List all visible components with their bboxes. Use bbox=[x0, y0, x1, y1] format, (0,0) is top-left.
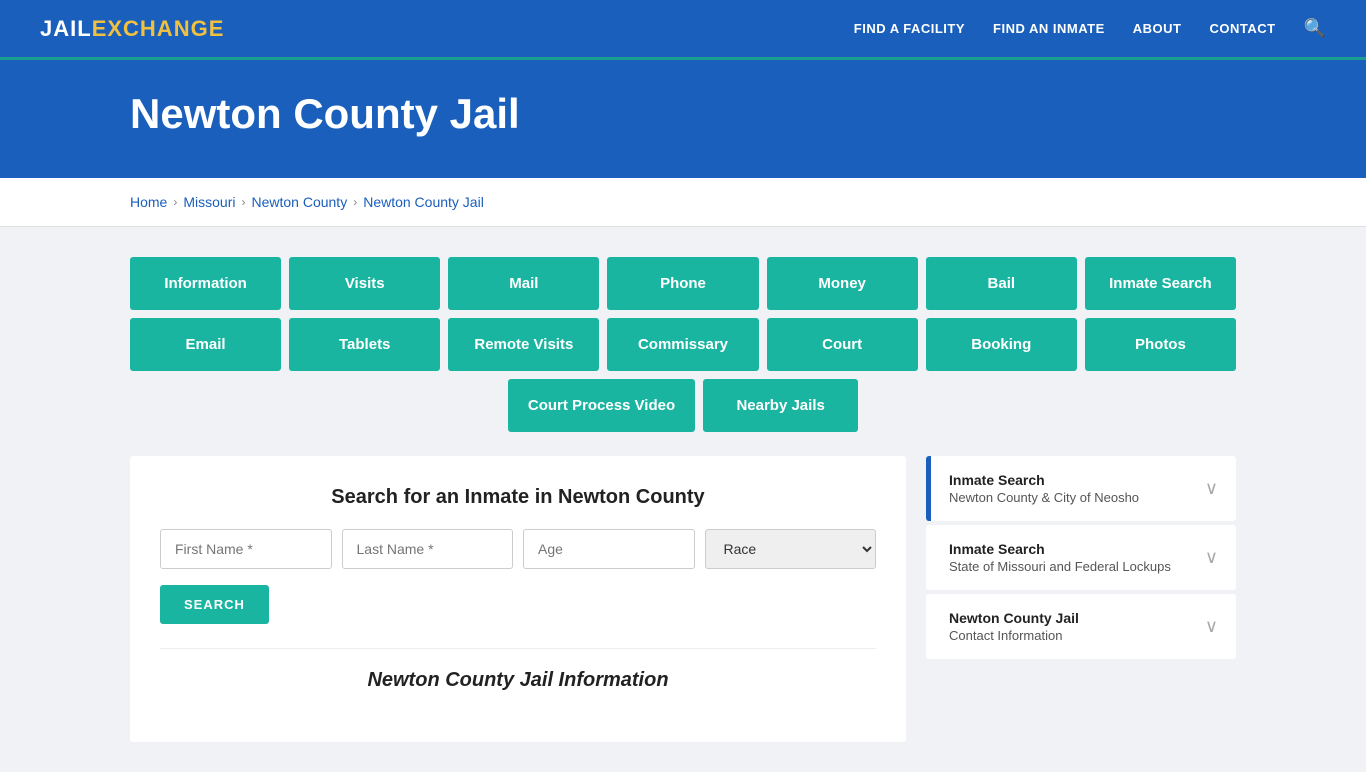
btn-tablets[interactable]: Tablets bbox=[289, 318, 440, 371]
card-title-inmate-state: Inmate Search bbox=[949, 541, 1171, 557]
sidebar-card-inmate-state: Inmate Search State of Missouri and Fede… bbox=[926, 525, 1236, 590]
btn-photos[interactable]: Photos bbox=[1085, 318, 1236, 371]
btn-commissary[interactable]: Commissary bbox=[607, 318, 758, 371]
search-button[interactable]: SEARCH bbox=[160, 585, 269, 624]
btn-booking[interactable]: Booking bbox=[926, 318, 1077, 371]
age-input[interactable] bbox=[523, 529, 695, 569]
card-title-contact: Newton County Jail bbox=[949, 610, 1079, 626]
sidebar-card-header-inmate-state[interactable]: Inmate Search State of Missouri and Fede… bbox=[926, 525, 1236, 590]
search-title: Search for an Inmate in Newton County bbox=[160, 486, 876, 509]
nav-find-facility[interactable]: FIND A FACILITY bbox=[854, 21, 965, 36]
chevron-icon-local: ∨ bbox=[1205, 478, 1218, 499]
breadcrumb-sep-2: › bbox=[241, 195, 245, 209]
breadcrumb-newton-county[interactable]: Newton County bbox=[251, 194, 347, 210]
search-panel: Search for an Inmate in Newton County Ra… bbox=[130, 456, 906, 742]
nav-find-inmate[interactable]: FIND AN INMATE bbox=[993, 21, 1105, 36]
btn-money[interactable]: Money bbox=[767, 257, 918, 310]
page-title: Newton County Jail bbox=[130, 90, 1236, 138]
btn-mail[interactable]: Mail bbox=[448, 257, 599, 310]
card-subtitle-inmate-state: State of Missouri and Federal Lockups bbox=[949, 559, 1171, 574]
card-title-inmate-local: Inmate Search bbox=[949, 472, 1139, 488]
search-icon[interactable]: 🔍 bbox=[1304, 18, 1326, 39]
btn-email[interactable]: Email bbox=[130, 318, 281, 371]
navbar: JAILEXCHANGE FIND A FACILITY FIND AN INM… bbox=[0, 0, 1366, 60]
hero-section: Newton County Jail bbox=[0, 60, 1366, 178]
breadcrumb-missouri[interactable]: Missouri bbox=[183, 194, 235, 210]
button-grid-row2: Email Tablets Remote Visits Commissary C… bbox=[130, 318, 1236, 371]
btn-bail[interactable]: Bail bbox=[926, 257, 1077, 310]
btn-nearby-jails[interactable]: Nearby Jails bbox=[703, 379, 858, 432]
lower-section: Search for an Inmate in Newton County Ra… bbox=[130, 456, 1236, 742]
breadcrumb: Home › Missouri › Newton County › Newton… bbox=[0, 178, 1366, 227]
breadcrumb-newton-county-jail[interactable]: Newton County Jail bbox=[363, 194, 484, 210]
info-title: Newton County Jail Information bbox=[160, 669, 876, 692]
btn-court-process-video[interactable]: Court Process Video bbox=[508, 379, 695, 432]
sidebar-card-inmate-local: Inmate Search Newton County & City of Ne… bbox=[926, 456, 1236, 521]
nav-contact[interactable]: CONTACT bbox=[1209, 21, 1275, 36]
navbar-links: FIND A FACILITY FIND AN INMATE ABOUT CON… bbox=[854, 18, 1326, 39]
search-fields: Race White Black Hispanic Asian Other bbox=[160, 529, 876, 569]
button-grid-row1: Information Visits Mail Phone Money Bail… bbox=[130, 257, 1236, 310]
sidebar-card-header-contact[interactable]: Newton County Jail Contact Information ∨ bbox=[926, 594, 1236, 659]
last-name-input[interactable] bbox=[342, 529, 514, 569]
sidebar-card-contact: Newton County Jail Contact Information ∨ bbox=[926, 594, 1236, 659]
sidebar: Inmate Search Newton County & City of Ne… bbox=[926, 456, 1236, 663]
btn-information[interactable]: Information bbox=[130, 257, 281, 310]
main-content: Information Visits Mail Phone Money Bail… bbox=[0, 227, 1366, 772]
card-subtitle-contact: Contact Information bbox=[949, 628, 1079, 643]
race-select[interactable]: Race White Black Hispanic Asian Other bbox=[705, 529, 877, 569]
chevron-icon-state: ∨ bbox=[1205, 547, 1218, 568]
chevron-icon-contact: ∨ bbox=[1205, 616, 1218, 637]
breadcrumb-sep-1: › bbox=[173, 195, 177, 209]
card-subtitle-inmate-local: Newton County & City of Neosho bbox=[949, 490, 1139, 505]
logo-jail: JAIL bbox=[40, 16, 92, 41]
logo-exchange: EXCHANGE bbox=[92, 16, 225, 41]
btn-court[interactable]: Court bbox=[767, 318, 918, 371]
breadcrumb-sep-3: › bbox=[353, 195, 357, 209]
button-grid-row3: Court Process Video Nearby Jails bbox=[130, 379, 1236, 432]
info-section: Newton County Jail Information bbox=[160, 648, 876, 692]
nav-about[interactable]: ABOUT bbox=[1133, 21, 1182, 36]
breadcrumb-home[interactable]: Home bbox=[130, 194, 167, 210]
sidebar-card-header-inmate-local[interactable]: Inmate Search Newton County & City of Ne… bbox=[926, 456, 1236, 521]
btn-visits[interactable]: Visits bbox=[289, 257, 440, 310]
first-name-input[interactable] bbox=[160, 529, 332, 569]
btn-inmate-search[interactable]: Inmate Search bbox=[1085, 257, 1236, 310]
logo[interactable]: JAILEXCHANGE bbox=[40, 16, 224, 42]
btn-remote-visits[interactable]: Remote Visits bbox=[448, 318, 599, 371]
btn-phone[interactable]: Phone bbox=[607, 257, 758, 310]
